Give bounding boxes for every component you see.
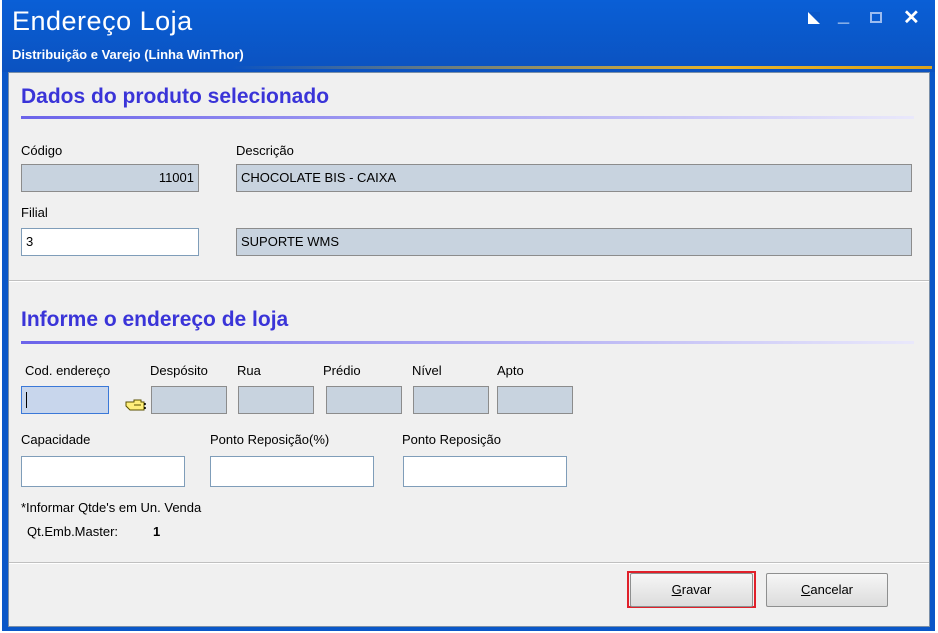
codigo-label: Código (21, 143, 63, 158)
predio-label: Prédio (323, 363, 361, 378)
footer-divider (9, 562, 929, 564)
gravar-label: ravar (681, 582, 712, 597)
section-title-endereco: Informe o endereço de loja (21, 308, 289, 331)
section-title-produto: Dados do produto selecionado (21, 85, 330, 108)
cod-endereco-label: Cod. endereço (25, 363, 111, 378)
close-icon[interactable]: ✕ (903, 5, 920, 30)
ponto-reposicao-label: Ponto Reposição (402, 432, 502, 447)
dialog-body: Dados do produto selecionado Código 1100… (8, 72, 930, 627)
filial-name-field: SUPORTE WMS (236, 228, 912, 256)
descricao-field: CHOCOLATE BIS - CAIXA (236, 164, 912, 192)
window-subtitle: Distribuição e Varejo (Linha WinThor) (12, 47, 244, 62)
restore-icon[interactable] (808, 12, 820, 24)
ponto-reposicao-input[interactable] (403, 456, 567, 487)
ponto-reposicao-pct-label: Ponto Reposição(%) (210, 432, 330, 447)
predio-field (326, 386, 402, 414)
nivel-label: Nível (412, 363, 442, 378)
title-bar[interactable]: Endereço Loja Distribuição e Varejo (Lin… (2, 0, 935, 72)
capacidade-input[interactable] (21, 456, 185, 487)
cod-endereco-input[interactable] (21, 386, 109, 414)
gravar-mnemonic: G (671, 582, 682, 597)
app-window: Endereço Loja Distribuição e Varejo (Lin… (2, 0, 935, 631)
filial-label: Filial (21, 205, 48, 220)
section-underline (21, 116, 914, 119)
apto-label: Apto (497, 363, 524, 378)
gravar-button[interactable]: Gravar (630, 573, 753, 607)
ponto-reposicao-pct-input[interactable] (210, 456, 374, 487)
minimize-icon[interactable]: _ (838, 4, 849, 27)
info-note: *Informar Qtde's em Un. Venda (21, 500, 202, 515)
cancelar-label: ancelar (810, 582, 854, 597)
filial-input[interactable]: 3 (21, 228, 199, 256)
deposito-field (151, 386, 227, 414)
cancelar-button[interactable]: Cancelar (766, 573, 888, 607)
descricao-label: Descrição (236, 143, 294, 158)
window-title: Endereço Loja (12, 6, 193, 36)
nivel-field (413, 386, 489, 414)
codigo-field: 11001 (21, 164, 199, 192)
apto-field (497, 386, 573, 414)
section-divider (9, 280, 929, 282)
deposito-label: Despósito (150, 363, 208, 378)
text-caret (26, 392, 27, 408)
title-accent-line (232, 66, 932, 69)
qt-emb-master-label: Qt.Emb.Master: (27, 524, 119, 539)
maximize-icon[interactable] (870, 12, 882, 23)
capacidade-label: Capacidade (21, 432, 91, 447)
cancelar-mnemonic: C (800, 582, 811, 597)
rua-field (238, 386, 314, 414)
pointing-hand-icon[interactable] (124, 394, 148, 414)
qt-emb-master-value: 1 (153, 524, 161, 539)
rua-label: Rua (237, 363, 261, 378)
section-underline (21, 341, 914, 344)
